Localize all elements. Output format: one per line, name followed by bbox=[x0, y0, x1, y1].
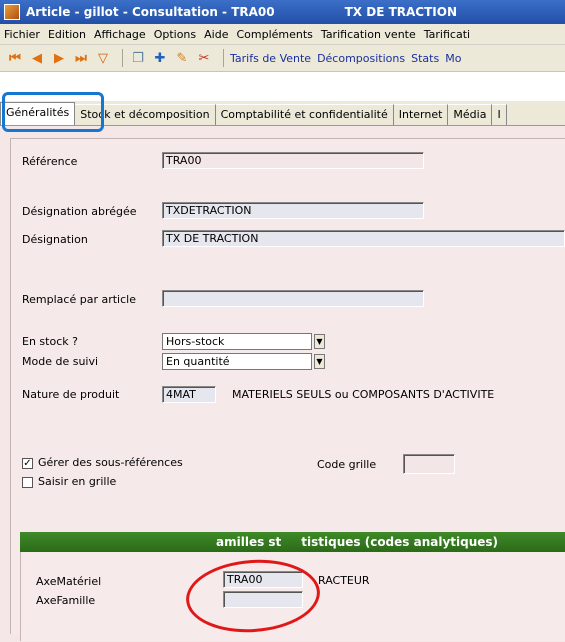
edit-icon[interactable]: ✎ bbox=[173, 51, 191, 66]
axe-materiel-field[interactable]: TRA00 bbox=[223, 571, 303, 588]
designation-abregee-label: Désignation abrégée bbox=[22, 205, 137, 218]
axe-famille-label: AxeFamille bbox=[36, 594, 96, 607]
mode-de-suivi-select[interactable]: En quantité bbox=[162, 353, 312, 370]
menu-bar: Fichier Edition Affichage Options Aide C… bbox=[0, 24, 565, 45]
designation-field[interactable]: TX DE TRACTION bbox=[162, 230, 565, 247]
delete-icon[interactable]: ✂ bbox=[195, 51, 213, 66]
menu-options[interactable]: Options bbox=[150, 28, 200, 41]
reference-label: Référence bbox=[22, 155, 78, 168]
mode-de-suivi-dropdown-icon[interactable]: ▼ bbox=[314, 354, 325, 369]
remplace-par-article-label: Remplacé par article bbox=[22, 293, 136, 306]
tab-media[interactable]: Média bbox=[448, 104, 493, 125]
tab-internet[interactable]: Internet bbox=[393, 104, 449, 125]
tarifs-de-vente-link[interactable]: Tarifs de Vente bbox=[230, 52, 311, 65]
axe-materiel-label: AxeMatériel bbox=[36, 575, 102, 588]
nature-de-produit-label: Nature de produit bbox=[22, 388, 120, 401]
last-record-icon[interactable]: ⏭ bbox=[72, 51, 90, 66]
tab-stock-et-decomposition[interactable]: Stock et décomposition bbox=[75, 104, 216, 125]
stats-link[interactable]: Stats bbox=[411, 52, 439, 65]
en-stock-dropdown-icon[interactable]: ▼ bbox=[314, 334, 325, 349]
window-title-bar: Article - gillot - Consultation - TRA00 … bbox=[0, 0, 565, 24]
gerer-sous-references-checkbox[interactable]: ✓ bbox=[22, 458, 33, 469]
familles-statistiques-header: amilles st tistiques (codes analytiques) bbox=[20, 532, 565, 552]
designation-abregee-field[interactable]: TXDETRACTION bbox=[162, 202, 424, 219]
tab-more[interactable]: I bbox=[492, 104, 507, 125]
menu-fichier[interactable]: Fichier bbox=[0, 28, 44, 41]
designation-label: Désignation bbox=[22, 233, 88, 246]
window-title: Article - gillot - Consultation - TRA00 bbox=[26, 5, 275, 19]
code-grille-label: Code grille bbox=[317, 458, 377, 471]
menu-affichage[interactable]: Affichage bbox=[90, 28, 150, 41]
header-right-text: tistiques (codes analytiques) bbox=[301, 535, 499, 549]
next-record-icon[interactable]: ▶ bbox=[50, 51, 68, 66]
menu-edition[interactable]: Edition bbox=[44, 28, 90, 41]
toolbar: ⏮ ◀ ▶ ⏭ ▽ ❐ ✚ ✎ ✂ Tarifs de Vente Décomp… bbox=[0, 45, 565, 72]
menu-aide[interactable]: Aide bbox=[200, 28, 232, 41]
add-icon[interactable]: ✚ bbox=[151, 51, 169, 66]
menu-tarification-vente[interactable]: Tarification vente bbox=[317, 28, 420, 41]
en-stock-select[interactable]: Hors-stock bbox=[162, 333, 312, 350]
filter-icon[interactable]: ▽ bbox=[94, 51, 112, 66]
previous-record-icon[interactable]: ◀ bbox=[28, 51, 46, 66]
menu-complements[interactable]: Compléments bbox=[232, 28, 316, 41]
nature-description: MATERIELS SEULS ou COMPOSANTS D'ACTIVITE bbox=[232, 388, 495, 401]
axe-materiel-description: RACTEUR bbox=[318, 574, 370, 587]
saisir-en-grille-label: Saisir en grille bbox=[38, 475, 117, 488]
axe-famille-field[interactable] bbox=[223, 591, 303, 608]
gerer-sous-references-label: Gérer des sous-références bbox=[38, 456, 183, 469]
window-title-right: TX DE TRACTION bbox=[344, 5, 457, 19]
first-record-icon[interactable]: ⏮ bbox=[6, 51, 24, 66]
app-icon bbox=[4, 4, 20, 20]
menu-tarification-achat[interactable]: Tarificati bbox=[420, 28, 474, 41]
saisir-en-grille-checkbox[interactable] bbox=[22, 477, 33, 488]
tab-bar: Généralités Stock et décomposition Compt… bbox=[0, 101, 565, 125]
header-middle-text: amilles st bbox=[216, 535, 282, 549]
remplace-par-article-field[interactable] bbox=[162, 290, 424, 307]
nature-de-produit-field[interactable]: 4MAT bbox=[162, 386, 216, 403]
mouvements-link[interactable]: Mo bbox=[445, 52, 461, 65]
en-stock-label: En stock ? bbox=[22, 335, 78, 348]
mode-de-suivi-label: Mode de suivi bbox=[22, 355, 99, 368]
tab-generalites[interactable]: Généralités bbox=[0, 102, 76, 125]
copy-icon[interactable]: ❐ bbox=[129, 51, 147, 66]
reference-field[interactable]: TRA00 bbox=[162, 152, 424, 169]
decompositions-link[interactable]: Décompositions bbox=[317, 52, 405, 65]
tab-comptabilite[interactable]: Comptabilité et confidentialité bbox=[215, 104, 394, 125]
code-grille-field[interactable] bbox=[403, 454, 455, 474]
